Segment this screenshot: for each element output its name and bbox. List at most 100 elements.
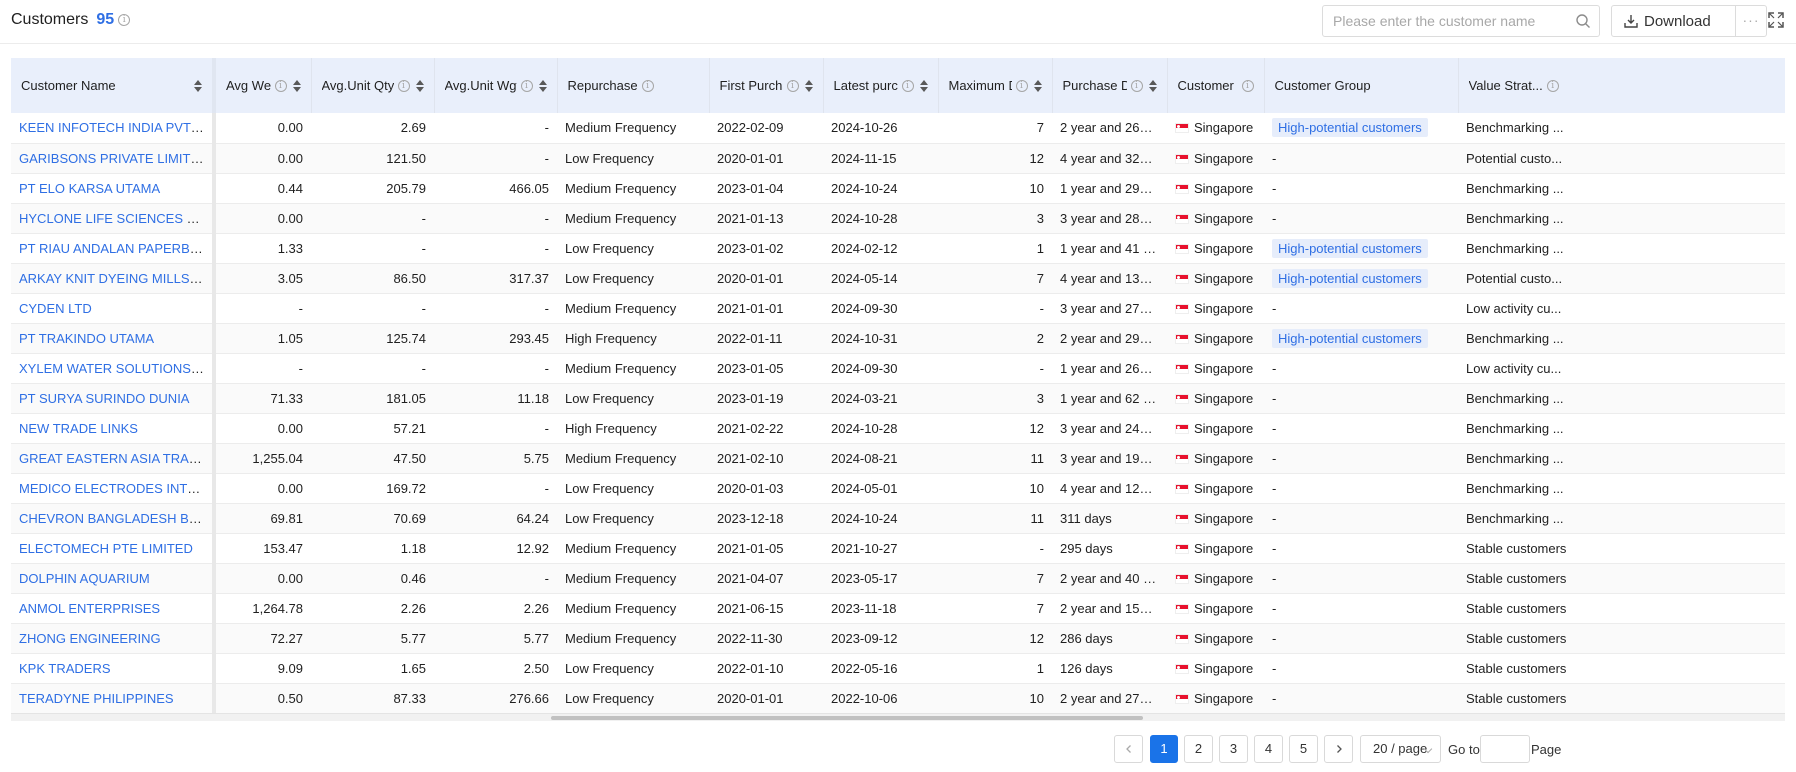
table-row[interactable]: NEW TRADE LINKS 0.00 57.21- High Frequency 2… (11, 413, 1785, 444)
sort-icon[interactable] (194, 79, 202, 92)
page-button-1[interactable]: 1 (1150, 735, 1178, 763)
info-icon[interactable]: i (901, 79, 914, 92)
table-cell: - (1264, 593, 1458, 624)
table-row[interactable]: ZHONG ENGINEERING 72.27 5.77 5.77 Medium Fre… (11, 623, 1785, 654)
sort-icon[interactable] (804, 79, 813, 92)
table-row[interactable]: GREAT EASTERN ASIA TRADERS INC 1,255.0447… (11, 443, 1785, 474)
table-cell: 0.00 (214, 113, 311, 144)
customer-name-link[interactable]: ARKAY KNIT DYEING MILLS LTD (19, 271, 210, 286)
table-row[interactable]: CHEVRON BANGLADESH BLOCKS THI... 69.8170.… (11, 503, 1785, 534)
info-icon[interactable]: i (397, 79, 410, 92)
customer-name-link[interactable]: XYLEM WATER SOLUTIONS UK LTD (19, 361, 210, 376)
customer-name-link[interactable]: NEW TRADE LINKS (19, 421, 138, 436)
column-header[interactable]: Customer Name (11, 58, 216, 113)
table-cell: 2020-01-01 (709, 143, 823, 174)
table-cell: 2024-10-28 (823, 413, 938, 444)
page-button-4[interactable]: 4 (1254, 735, 1283, 763)
table-row[interactable]: ELECTOMECH PTE LIMITED 153.47 1.18 12.92 Med… (11, 533, 1785, 564)
search-box[interactable] (1322, 5, 1600, 37)
column-header-label: Customer Name (21, 78, 116, 93)
column-header[interactable]: Latest purc...i (823, 58, 939, 113)
goto-page-input[interactable] (1480, 735, 1530, 763)
customer-name-link[interactable]: PT RIAU ANDALAN PAPERBOARD INT... (19, 241, 210, 256)
column-header[interactable]: Avg.Unit Wgt ...i (434, 58, 558, 113)
info-icon[interactable]: i (1130, 79, 1143, 92)
customer-name-link[interactable]: GARIBSONS PRIVATE LIMITED (19, 151, 209, 166)
table-row[interactable]: ARKAY KNIT DYEING MILLS LTD 3.05 86.50 317.… (11, 263, 1785, 294)
more-options-button[interactable]: ··· (1735, 5, 1767, 37)
customer-name-link[interactable]: ELECTOMECH PTE LIMITED (19, 541, 193, 556)
table-cell: - (434, 233, 557, 264)
info-icon[interactable]: i (1241, 79, 1254, 92)
column-header[interactable]: Avg Weighti (214, 58, 312, 113)
column-header[interactable]: Avg.Unit Qty P...i (311, 58, 435, 113)
sort-icon[interactable] (1033, 79, 1042, 92)
table-row[interactable]: KEEN INFOTECH INDIA PVT LTD 0.00 2.69- Medi… (11, 113, 1785, 144)
table-row[interactable]: KPK TRADERS 9.09 1.65 2.50 Low Frequency 2022… (11, 653, 1785, 684)
customer-name-link[interactable]: PT TRAKINDO UTAMA (19, 331, 154, 346)
customer-name-link[interactable]: ANMOL ENTERPRISES (19, 601, 160, 616)
fullscreen-icon[interactable] (1767, 11, 1785, 29)
sort-icon[interactable] (1148, 79, 1157, 92)
search-input[interactable] (1333, 13, 1573, 29)
customer-name-link[interactable]: GREAT EASTERN ASIA TRADERS INC (19, 451, 210, 466)
table-row[interactable]: PT ELO KARSA UTAMA 0.44 205.79 466.05 Medium… (11, 173, 1785, 204)
sort-icon[interactable] (538, 79, 547, 92)
customer-name-link[interactable]: MEDICO ELECTRODES INTERNATION... (19, 481, 210, 496)
page-button-2[interactable]: 2 (1184, 735, 1213, 763)
info-icon[interactable]: i (1546, 79, 1559, 92)
table-row[interactable]: DOLPHIN AQUARIUM 0.00 0.46- Medium Frequenc… (11, 563, 1785, 594)
next-page-button[interactable] (1324, 735, 1353, 763)
prev-page-button[interactable] (1114, 735, 1143, 763)
table-cell: High Frequency (557, 323, 709, 354)
customer-name-link[interactable]: CYDEN LTD (19, 301, 92, 316)
sort-icon[interactable] (415, 79, 424, 92)
table-row[interactable]: TERADYNE PHILIPPINES 0.50 87.33 276.66 Low F… (11, 683, 1785, 714)
table-row[interactable]: HYCLONE LIFE SCIENCES SOLUTIONS...0.00--… (11, 203, 1785, 234)
sort-icon[interactable] (919, 79, 928, 92)
table-row[interactable]: XYLEM WATER SOLUTIONS UK LTD---Medium Fr… (11, 353, 1785, 384)
customer-name-link[interactable]: ZHONG ENGINEERING (19, 631, 161, 646)
customer-name-link[interactable]: KPK TRADERS (19, 661, 111, 676)
table-row[interactable]: PT TRAKINDO UTAMA 1.05 125.74 293.45 High Fr… (11, 323, 1785, 354)
info-icon[interactable]: i (520, 79, 533, 92)
sort-icon[interactable] (292, 79, 301, 92)
singapore-flag-icon (1175, 363, 1189, 374)
info-icon[interactable]: i (641, 79, 654, 92)
customer-name-link[interactable]: TERADYNE PHILIPPINES (19, 691, 174, 706)
table-row[interactable]: MEDICO ELECTRODES INTERNATION... 0.00169.… (11, 473, 1785, 504)
table-row[interactable]: ANMOL ENTERPRISES 1,264.78 2.26 2.26 Medium … (11, 593, 1785, 624)
column-header[interactable]: Maximum D...i (938, 58, 1053, 113)
customer-location: Singapore (1194, 360, 1254, 376)
column-header[interactable]: First Purcha...i (709, 58, 824, 113)
column-header[interactable]: Purchase D...i (1052, 58, 1168, 113)
table-row[interactable]: PT RIAU ANDALAN PAPERBOARD INT...1.33--L… (11, 233, 1785, 264)
table-row[interactable]: CYDEN LTD - - - Medium Frequency 2021-01-01 20… (11, 293, 1785, 324)
page-size-select[interactable]: 20 / page (1360, 735, 1441, 763)
customer-name-link[interactable]: PT ELO KARSA UTAMA (19, 181, 160, 196)
table-row[interactable]: PT SURYA SURINDO DUNIA 71.33 181.05 11.18 Lo… (11, 383, 1785, 414)
page-button-5[interactable]: 5 (1289, 735, 1318, 763)
customer-location: Singapore (1194, 390, 1254, 406)
customer-name-link[interactable]: KEEN INFOTECH INDIA PVT LTD (19, 120, 210, 135)
scrollbar-thumb[interactable] (551, 716, 1143, 720)
search-icon[interactable] (1575, 13, 1591, 29)
table-cell: Medium Frequency (557, 563, 709, 594)
table-cell: 2021-01-01 (709, 293, 823, 324)
table-cell: 2.26 (434, 593, 557, 624)
customer-name-link[interactable]: DOLPHIN AQUARIUM (19, 571, 150, 586)
table-row[interactable]: GARIBSONS PRIVATE LIMITED 0.00 121.50- Low … (11, 143, 1785, 174)
table-cell: Medium Frequency (557, 353, 709, 384)
info-icon[interactable]: i (118, 14, 131, 26)
info-icon[interactable]: i (786, 79, 799, 92)
table-cell: Benchmarking ... (1458, 473, 1785, 504)
customer-name-link[interactable]: CHEVRON BANGLADESH BLOCKS THI... (19, 511, 210, 526)
horizontal-scrollbar[interactable] (11, 713, 1785, 721)
info-icon[interactable]: i (274, 79, 287, 92)
page-button-3[interactable]: 3 (1219, 735, 1248, 763)
info-icon[interactable]: i (1015, 79, 1028, 92)
singapore-flag-icon (1175, 453, 1189, 464)
download-button[interactable]: Download (1611, 5, 1736, 37)
customer-name-link[interactable]: PT SURYA SURINDO DUNIA (19, 391, 189, 406)
customer-name-link[interactable]: HYCLONE LIFE SCIENCES SOLUTIONS... (19, 211, 210, 226)
